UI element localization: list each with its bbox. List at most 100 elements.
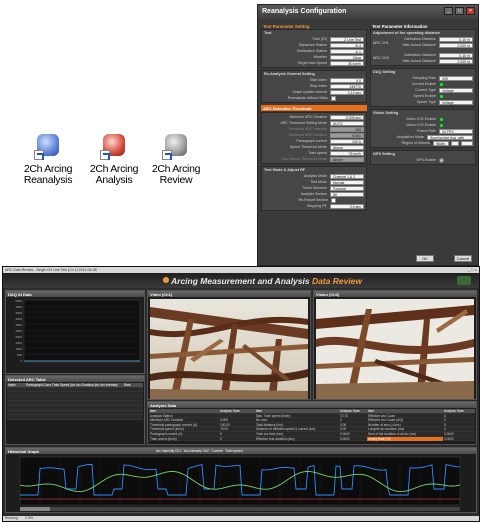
dropdown[interactable]: Above xyxy=(330,156,364,162)
shortcut-arrow-icon xyxy=(100,150,110,160)
dropdown[interactable]: Channel 1 & 2 xyxy=(330,173,364,179)
window-controls[interactable]: _ □ × xyxy=(468,267,477,272)
scrollbar-thumb[interactable] xyxy=(20,507,50,511)
daq-ytick-label: 4500 xyxy=(15,305,22,309)
text-field[interactable]: Clear xyxy=(330,54,364,60)
checkbox[interactable] xyxy=(331,197,336,203)
text-field[interactable]: B-4 xyxy=(330,42,364,48)
scrollbar[interactable] xyxy=(20,507,460,511)
ok-button[interactable]: OK xyxy=(416,255,434,262)
dropdown[interactable]: Voltage xyxy=(439,87,473,93)
daq-ytick-label: 1500 xyxy=(15,341,22,345)
app-banner: Arcing Measurement and Analysis Data Rev… xyxy=(3,273,479,288)
dropdown[interactable]: Above xyxy=(330,144,364,150)
dropdown[interactable]: All xyxy=(330,191,364,197)
panel-title: DAQ AI Data xyxy=(6,291,144,297)
video-ch2-panel: Vision (Ch2) xyxy=(313,290,477,400)
field-row: Target train Speed 80 km/h xyxy=(264,60,364,66)
desktop-icon-label: 2Ch Arcing Analysis xyxy=(89,163,139,186)
panel-title: Vision (Ch2) xyxy=(314,291,476,297)
dropdown[interactable]: Synchronize Acq. with DAQ xyxy=(427,134,473,144)
numeric-field[interactable] xyxy=(451,140,459,146)
numeric-field[interactable]: 0.0 xyxy=(330,77,364,83)
window-titlebar: Reanalysis Configuration _ □ × xyxy=(258,5,478,19)
arc-threshold-box: Minimum ARC Duration 0.005 sec ARC Thresh… xyxy=(261,112,367,164)
panel-title: Historical Graph Arc Intensity Ch1 Arc I… xyxy=(6,448,476,454)
desktop-icon-review[interactable]: 2Ch Arcing Review xyxy=(150,132,202,186)
numeric-field[interactable]: 100 A xyxy=(330,138,364,144)
text-field[interactable]: 80 km/h xyxy=(330,60,364,66)
numeric-field[interactable]: 139770 xyxy=(330,83,364,89)
numeric-field[interactable]: 0.10 m xyxy=(439,52,473,58)
adjust-distance-box: Adjustment of the operating distance ARC… xyxy=(370,29,476,66)
detected-arc-table-panel: Detected ARC Table Index Pantograph Curre… xyxy=(5,375,145,445)
numeric-field[interactable]: 0.5 sec xyxy=(330,203,364,209)
daq-plot: 5000450040003500300025002000150010005000 xyxy=(15,299,141,363)
numeric-field[interactable]: 0.10 m xyxy=(439,36,473,42)
close-icon[interactable]: × xyxy=(466,7,475,15)
dropdown[interactable]: 30 FPS xyxy=(439,128,473,134)
test-box: Test Train (ID) 2 Line Test Departure Sta… xyxy=(261,29,367,68)
historical-plot xyxy=(19,456,461,511)
data-review-window: ARC Data Review - Single CH Line Test (C… xyxy=(2,266,480,522)
legend-item[interactable]: Train speed xyxy=(225,449,242,453)
numeric-field[interactable]: 0.001 xyxy=(330,132,364,138)
review-app-icon xyxy=(162,132,190,160)
panel-title: Video (Ch1) xyxy=(148,291,310,297)
video-ch1-frame[interactable] xyxy=(150,299,308,399)
table-row[interactable] xyxy=(7,415,143,420)
panel-title: Analysis Data xyxy=(148,402,476,408)
desktop-icon-analysis[interactable]: 2Ch Arcing Analysis xyxy=(88,132,140,186)
legend-item[interactable]: Current xyxy=(212,449,223,453)
dropdown[interactable]: AUTO xyxy=(330,120,364,126)
reanalysis-config-window: Reanalysis Configuration _ □ × Test Para… xyxy=(257,4,479,266)
status-value: 0.0% xyxy=(25,516,34,520)
checkbox[interactable] xyxy=(331,95,336,101)
banner-logo-icon xyxy=(163,277,169,283)
numeric-field[interactable]: 2.000 m xyxy=(439,42,473,48)
legend-item[interactable]: Arc Intensity Ch1 xyxy=(156,449,181,453)
panel-title: Detected ARC Table xyxy=(6,376,144,382)
daq-ytick-label: 500 xyxy=(17,353,22,357)
text-field[interactable]: 2 Line Test xyxy=(330,36,364,42)
enable-led[interactable] xyxy=(439,157,444,163)
daq-setting-box: DAQ Setting Sampling Rate 40K Current Ena… xyxy=(370,68,476,107)
desktop-icon-reanalysis[interactable]: 2Ch Arcing Reanalysis xyxy=(22,132,74,186)
dropdown[interactable] xyxy=(461,140,473,146)
text-field[interactable]: A-1 xyxy=(330,48,364,54)
enable-led[interactable] xyxy=(439,122,444,128)
daq-ai-panel: DAQ AI Data 5000 4500 4000 3500 3000 2500 2000… xyxy=(5,290,145,374)
legend-item[interactable]: Arc Intensity Ch2 xyxy=(184,449,209,453)
table-header-row: IndexPantograph Current (A)Train Speed (… xyxy=(7,383,143,388)
dropdown[interactable]: Width xyxy=(433,140,449,146)
enable-led[interactable] xyxy=(439,116,444,122)
daq-ytick-label: 2500 xyxy=(15,329,22,333)
numeric-field[interactable]: 75 km/h xyxy=(330,150,364,156)
numeric-field[interactable]: 2.020 m xyxy=(439,58,473,64)
daq-ytick-label: 3500 xyxy=(15,317,22,321)
maximize-icon[interactable]: □ xyxy=(455,7,464,15)
numeric-field[interactable]: 0.005 sec xyxy=(330,114,364,120)
analysis-data-panel: Analysis Data Item Analysis Data Item Analy… xyxy=(147,401,477,445)
dropdown[interactable]: Forward xyxy=(330,185,364,191)
historical-graph-panel: Historical Graph Arc Intensity Ch1 Arc I… xyxy=(5,447,477,513)
vision-setting-box: Vision Setting Vision CH1 Enable Vision … xyxy=(370,109,476,148)
shortcut-arrow-icon xyxy=(34,150,44,160)
numeric-field[interactable]: 0.12 sec xyxy=(330,89,364,95)
enable-led[interactable] xyxy=(439,93,444,99)
cancel-button[interactable]: Cancel xyxy=(454,255,472,262)
numeric-field[interactable]: 100 xyxy=(330,126,364,132)
status-text: Running xyxy=(5,516,19,520)
table-row-highlight: Train speed (km/h) 0 Effective test durati… xyxy=(149,436,475,442)
dropdown[interactable]: Voltage xyxy=(439,99,473,105)
ch2-label: ARC CH2 xyxy=(373,56,389,60)
daq-ytick-label: 0 xyxy=(20,359,22,363)
minimize-icon[interactable]: _ xyxy=(444,7,453,15)
dropdown[interactable]: 40K xyxy=(439,75,473,81)
analysis-app-icon xyxy=(100,132,128,160)
gps-setting-box: GPS Setting GPS Enable xyxy=(370,150,476,165)
video-ch2-frame[interactable] xyxy=(316,299,474,399)
enable-led[interactable] xyxy=(439,81,444,87)
daq-ytick-label: 4000 xyxy=(15,311,22,315)
dropdown[interactable]: Normal xyxy=(330,179,364,185)
